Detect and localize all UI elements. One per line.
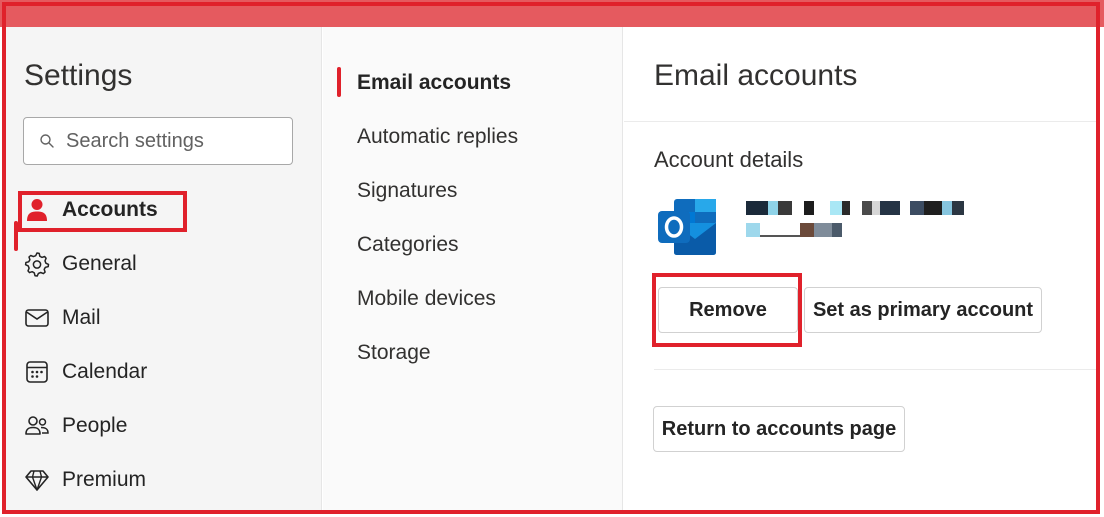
nav-item-accounts[interactable]: Accounts bbox=[22, 190, 302, 230]
nav-item-premium[interactable]: Premium bbox=[22, 460, 302, 500]
search-input[interactable] bbox=[66, 127, 281, 155]
nav-item-label: Mail bbox=[62, 306, 101, 329]
nav-item-label: People bbox=[62, 414, 128, 437]
nav-item-mail[interactable]: Mail bbox=[22, 298, 302, 338]
page-title: Email accounts bbox=[654, 59, 858, 92]
top-bar bbox=[0, 0, 1104, 27]
outlook-logo-icon bbox=[658, 199, 716, 255]
selected-indicator bbox=[14, 221, 18, 251]
set-primary-account-button[interactable]: Set as primary account bbox=[804, 287, 1042, 333]
settings-title: Settings bbox=[24, 59, 133, 92]
settings-nav-pane: Settings Accounts General bbox=[6, 27, 322, 511]
nav-item-label: Premium bbox=[62, 468, 147, 491]
subsettings-pane: Email accounts Automatic replies Signatu… bbox=[323, 27, 623, 511]
nav-item-calendar[interactable]: Calendar bbox=[22, 352, 302, 392]
subnav-signatures[interactable]: Signatures bbox=[357, 179, 457, 203]
diamond-icon bbox=[22, 465, 52, 495]
search-box[interactable] bbox=[23, 117, 293, 165]
nav-item-label: Calendar bbox=[62, 360, 148, 383]
subnav-email-accounts[interactable]: Email accounts bbox=[357, 71, 511, 95]
subnav-automatic-replies[interactable]: Automatic replies bbox=[357, 125, 518, 149]
nav-item-label: Accounts bbox=[62, 198, 158, 221]
gear-icon bbox=[22, 249, 52, 279]
person-icon bbox=[22, 195, 52, 225]
selected-indicator bbox=[337, 67, 341, 97]
calendar-icon bbox=[22, 357, 52, 387]
nav-item-people[interactable]: People bbox=[22, 406, 302, 446]
content-pane: Email accounts Account details Remove Se… bbox=[624, 27, 1096, 511]
return-to-accounts-button[interactable]: Return to accounts page bbox=[653, 406, 905, 452]
people-icon bbox=[22, 411, 52, 441]
subnav-storage[interactable]: Storage bbox=[357, 341, 431, 365]
divider bbox=[624, 121, 1096, 122]
remove-button[interactable]: Remove bbox=[658, 287, 798, 333]
nav-item-general[interactable]: General bbox=[22, 244, 302, 284]
nav-item-label: General bbox=[62, 252, 137, 275]
mail-icon bbox=[22, 303, 52, 333]
subnav-categories[interactable]: Categories bbox=[357, 233, 459, 257]
section-title: Account details bbox=[654, 147, 804, 172]
subnav-mobile-devices[interactable]: Mobile devices bbox=[357, 287, 496, 311]
search-icon bbox=[40, 134, 54, 148]
account-email-redacted bbox=[746, 201, 1036, 247]
divider bbox=[654, 369, 1096, 370]
